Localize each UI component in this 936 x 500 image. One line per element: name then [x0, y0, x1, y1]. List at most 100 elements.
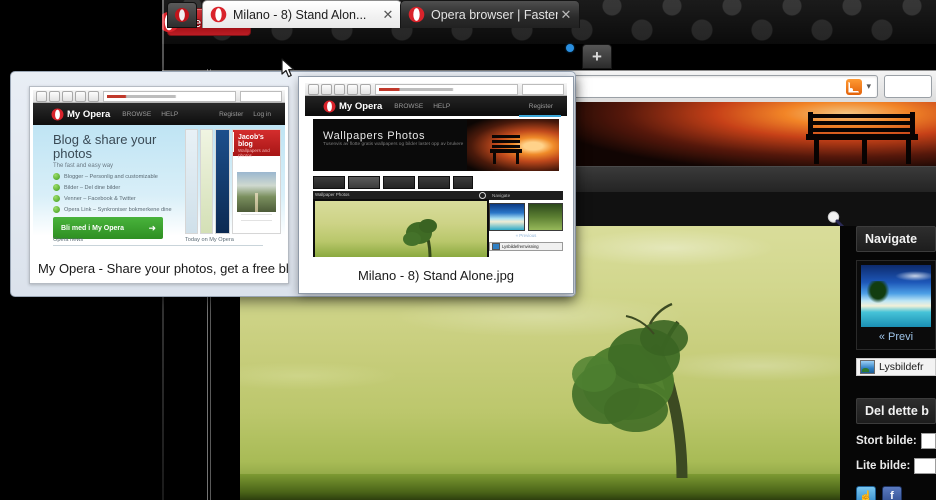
- rss-feed-icon[interactable]: [846, 79, 862, 95]
- beach-thumbnail-image: [489, 203, 525, 231]
- stop-icon: [75, 91, 86, 102]
- list-item: Bilder – Del dine bilder: [53, 184, 198, 191]
- forward-icon: [321, 84, 332, 95]
- mini-address-bar: [103, 91, 236, 102]
- nav-item-browse: BROWSE: [394, 103, 423, 110]
- footer-label-left: Opera news: [53, 237, 83, 243]
- share-input-small[interactable]: [914, 458, 936, 474]
- avatar: [232, 132, 234, 152]
- share-label-large: Stort bilde:: [856, 435, 917, 447]
- opera-logo-icon: [323, 100, 336, 113]
- opera-logo-icon: [210, 6, 227, 23]
- opera-logo-icon: [408, 6, 425, 23]
- opera-logo-icon: [174, 7, 190, 23]
- image-icon: [492, 243, 500, 250]
- plus-icon: +: [592, 47, 602, 67]
- bench-silhouette-icon: [804, 110, 924, 166]
- social-share-icons: ☝ f: [856, 486, 936, 500]
- my-opera-logo-text: My Opera: [67, 109, 110, 120]
- chair-silhouette-icon: [489, 133, 523, 165]
- feature-label: Blogger – Personlig and customizable: [64, 174, 158, 180]
- slideshow-label: Lysbildefremvisning: [502, 244, 539, 249]
- my-opera-subheading: The fast and easy way: [53, 163, 113, 169]
- sidebar-thumbnail-box[interactable]: « Previ: [856, 260, 936, 350]
- wallpapers-tab: [453, 176, 473, 189]
- check-icon: [53, 173, 60, 180]
- tab-preview-popup[interactable]: My Opera BROWSE HELP Register Log in Blo…: [10, 71, 576, 297]
- wallpapers-tab: [418, 176, 450, 189]
- share-label-small: Lite bilde:: [856, 460, 910, 472]
- mini-search-field: [240, 91, 282, 102]
- nav-item-browse: BROWSE: [122, 111, 151, 118]
- my-opera-logo-text: My Opera: [339, 101, 382, 112]
- close-icon[interactable]: ✕: [558, 7, 574, 23]
- image-icon: [860, 360, 875, 374]
- card-thumbnail: [200, 129, 213, 234]
- previous-image-link[interactable]: « Previ: [861, 327, 931, 345]
- stumbleupon-icon[interactable]: ☝: [856, 486, 876, 500]
- share-input-large[interactable]: [921, 433, 936, 449]
- search-field[interactable]: [884, 75, 932, 98]
- hero-sunset-photo: [467, 119, 559, 171]
- list-item: Blogger – Personlig and customizable: [53, 173, 198, 180]
- tab-preview-thumbnail: My Opera BROWSE HELP Register Wallpapers…: [305, 83, 567, 259]
- divider: [241, 214, 272, 215]
- chevron-down-icon[interactable]: ▾: [866, 81, 871, 92]
- wallpapers-site-header: My Opera BROWSE HELP Register: [305, 96, 567, 116]
- share-row-large: Stort bilde:: [856, 433, 936, 449]
- check-icon: [53, 184, 60, 191]
- close-icon[interactable]: ✕: [380, 7, 396, 23]
- photo-caption-bar: Wallpaper Photos: [313, 191, 489, 199]
- nav-item-help: HELP: [161, 111, 178, 118]
- opera-logo-icon: [51, 108, 64, 121]
- blog-card-subtitle: Wallpapers and photos: [238, 148, 280, 158]
- opera-home-tab-button[interactable]: [167, 2, 197, 28]
- mini-browser-chrome: [305, 83, 567, 96]
- photo-caption: Wallpaper Photos: [315, 192, 350, 197]
- wallpapers-nav: BROWSE HELP: [394, 103, 450, 110]
- tab-preview-item-my-opera[interactable]: My Opera BROWSE HELP Register Log in Blo…: [29, 86, 289, 284]
- divider: [241, 220, 272, 221]
- my-opera-cards: Jacob's blog Wallpapers and photos: [185, 129, 281, 234]
- tab-opera-browser[interactable]: Opera browser | Faster ... ✕: [400, 0, 580, 28]
- my-opera-nav: BROWSE HELP: [122, 111, 178, 118]
- tab-title: Milano - 8) Stand Alon...: [233, 8, 380, 22]
- facebook-icon[interactable]: f: [882, 486, 902, 500]
- tab-milano-stand-alone[interactable]: Milano - 8) Stand Alon... ✕: [202, 0, 402, 28]
- my-opera-heading: Blog & share your photos: [53, 133, 183, 161]
- nav-item-register: Register: [529, 103, 553, 110]
- wallpapers-nav-right: Register: [529, 103, 553, 110]
- share-heading: Del dette b: [856, 398, 936, 424]
- card-thumbnail: [215, 129, 230, 234]
- wallpapers-hero: Wallpapers Photos Tusenvis av flotte gra…: [313, 119, 559, 171]
- beach-thumbnail-image: [861, 265, 931, 327]
- tree-silhouette-icon: [398, 213, 446, 257]
- divider: [53, 245, 263, 246]
- share-row-small: Lite bilde:: [856, 458, 936, 474]
- sidebar-navigate-heading: Navigate: [489, 191, 563, 200]
- nav-active-underline: [519, 115, 561, 117]
- photo-image: [315, 201, 487, 257]
- nav-item-help: HELP: [433, 103, 450, 110]
- sidebar-navigate-heading: Navigate: [856, 226, 936, 252]
- home-icon: [360, 84, 371, 95]
- mini-browser-chrome: [33, 90, 285, 103]
- slideshow-button[interactable]: Lysbildefr: [856, 358, 936, 376]
- nav-item-register: Register: [219, 111, 243, 118]
- new-tab-button[interactable]: +: [582, 44, 612, 69]
- join-button-label: Bli med i My Opera: [61, 225, 124, 232]
- tab-unread-indicator-dot: [566, 44, 574, 52]
- tree-silhouette-icon: [532, 278, 732, 478]
- sidebar-thumbnails: [489, 203, 563, 231]
- mini-search-field: [522, 84, 564, 95]
- home-icon: [88, 91, 99, 102]
- tab-preview-item-wallpapers[interactable]: My Opera BROWSE HELP Register Wallpapers…: [299, 77, 573, 293]
- tab-preview-caption: Milano - 8) Stand Alone.jpg: [301, 261, 571, 291]
- my-opera-nav-right: Register Log in: [219, 111, 271, 118]
- wallpapers-main-photo-panel: Wallpaper Photos: [313, 191, 489, 257]
- wallpapers-tab: [348, 176, 380, 189]
- blog-card-image: [237, 172, 276, 212]
- my-opera-feature-list: Blogger – Personlig and customizable Bil…: [53, 173, 198, 217]
- arrow-right-icon: ➜: [148, 223, 156, 234]
- feature-label: Bilder – Del dine bilder: [64, 185, 120, 191]
